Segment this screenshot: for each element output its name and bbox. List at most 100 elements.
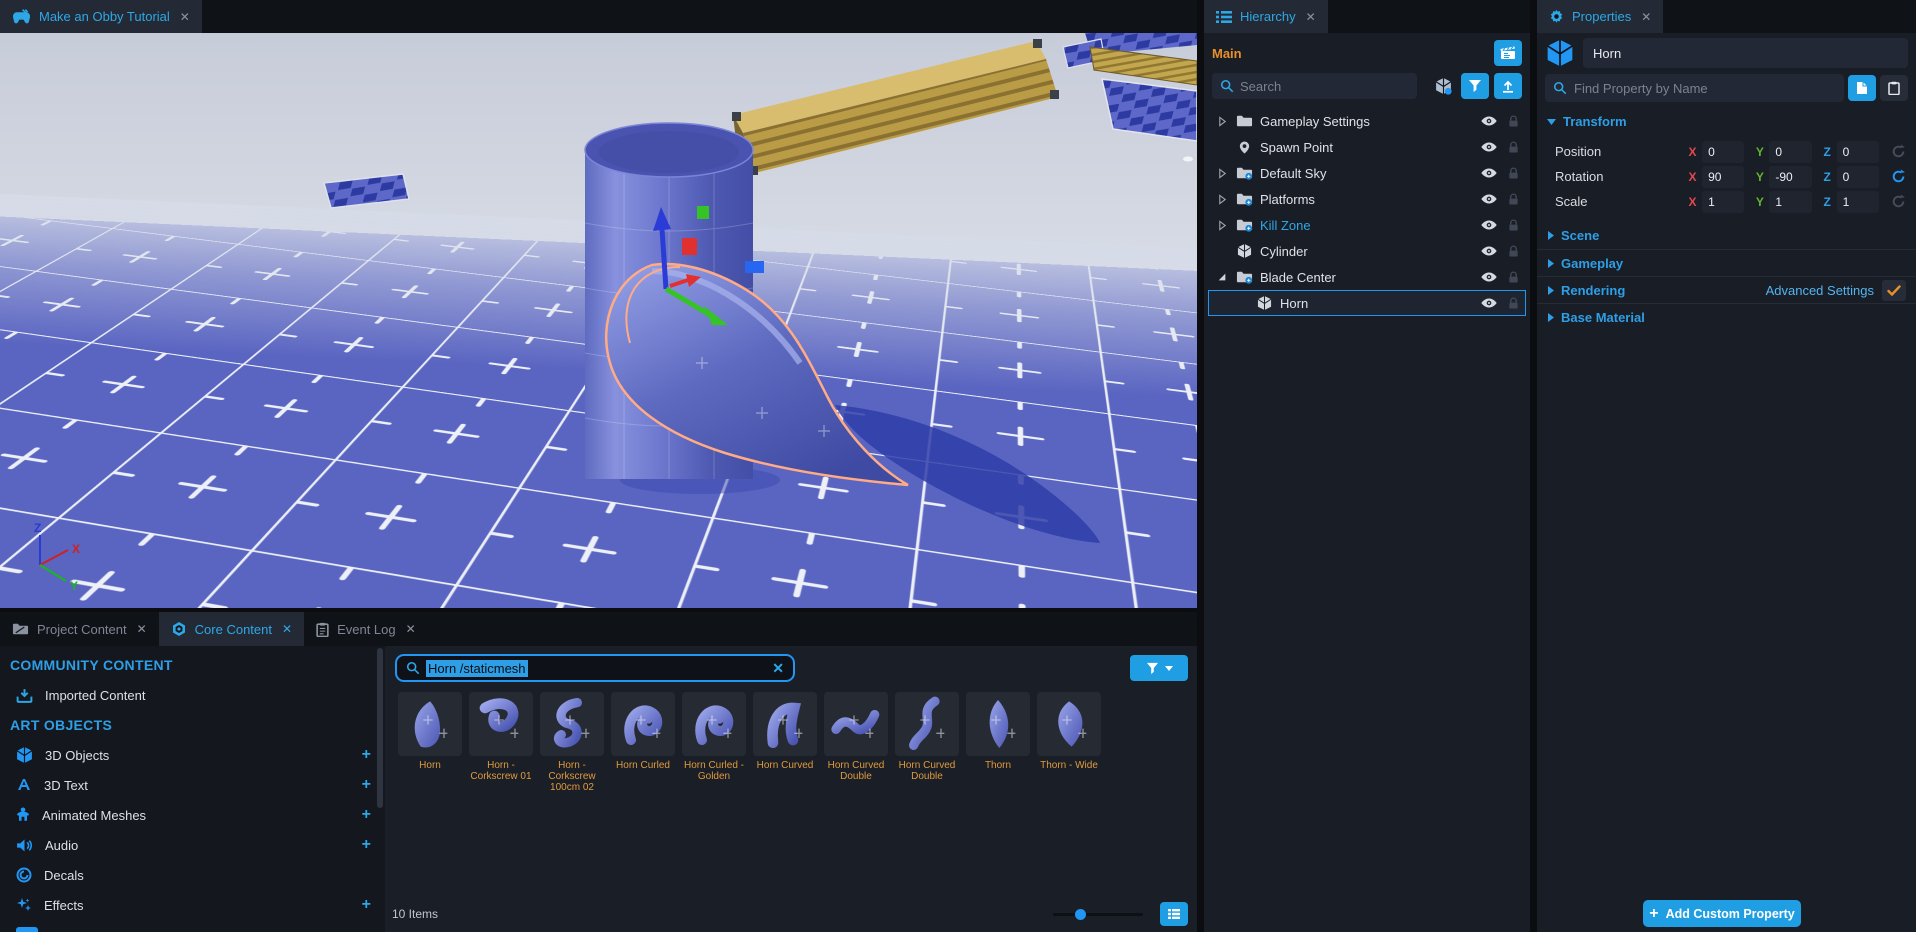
tab-event-log[interactable]: Event Log ✕ [304, 612, 428, 646]
hierarchy-item-horn[interactable]: Horn [1208, 290, 1526, 316]
hierarchy-item-spawn-point[interactable]: Spawn Point [1208, 134, 1526, 160]
close-icon[interactable]: ✕ [1306, 10, 1316, 24]
lock-icon[interactable] [1505, 219, 1521, 232]
section-scene[interactable]: Scene [1537, 222, 1916, 249]
collapse-all-button[interactable] [1494, 73, 1522, 99]
add-custom-property-button[interactable]: + Add Custom Property [1643, 900, 1801, 927]
sidebar-item-effects[interactable]: Effects + [0, 890, 385, 920]
golden-crate[interactable] [732, 39, 1059, 175]
properties-tab[interactable]: Properties ✕ [1537, 0, 1663, 33]
asset-horn-curled-golden[interactable]: Horn Curled - Golden [682, 692, 746, 796]
visibility-eye-icon[interactable] [1479, 167, 1499, 179]
paste-properties-button[interactable] [1880, 75, 1908, 101]
group-mode-icon[interactable] [1430, 77, 1456, 95]
section-transform[interactable]: Transform [1537, 108, 1916, 135]
add-icon[interactable]: + [362, 836, 371, 854]
section-base-material[interactable]: Base Material [1537, 303, 1916, 330]
asset-horn-curled[interactable]: Horn Curled [611, 692, 675, 796]
add-icon[interactable]: + [362, 746, 371, 764]
sidebar-item-3d-text[interactable]: 3D Text + [0, 770, 385, 800]
lock-icon[interactable] [1505, 167, 1521, 180]
hierarchy-search-input[interactable]: Search [1212, 73, 1417, 99]
scale-y-input[interactable]: 1 [1769, 191, 1811, 213]
asset-horn-curved-double[interactable]: Horn Curved Double [895, 692, 959, 796]
close-icon[interactable]: ✕ [180, 10, 190, 24]
add-icon[interactable]: + [362, 806, 371, 824]
asset-horn-curved[interactable]: Horn Curved [753, 692, 817, 796]
visibility-eye-icon[interactable] [1479, 297, 1499, 309]
viewport-3d[interactable]: Z X Y [0, 33, 1197, 608]
tab-core-content[interactable]: Core Content ✕ [159, 612, 304, 646]
lock-icon[interactable] [1505, 193, 1521, 206]
distant-platforms-topright[interactable] [1063, 33, 1197, 141]
reset-icon[interactable] [1890, 194, 1908, 209]
lock-icon[interactable] [1505, 297, 1521, 310]
asset-horn-corkscrew-01[interactable]: Horn - Corkscrew 01 [469, 692, 533, 796]
section-gameplay[interactable]: Gameplay [1537, 249, 1916, 276]
close-icon[interactable]: ✕ [137, 622, 147, 636]
position-y-input[interactable]: 0 [1769, 141, 1811, 163]
lock-icon[interactable] [1505, 271, 1521, 284]
sidebar-item-animated-meshes[interactable]: Animated Meshes + [0, 800, 385, 830]
content-search-input[interactable]: Horn /staticmesh ✕ [395, 654, 795, 682]
close-icon[interactable]: ✕ [282, 622, 292, 636]
rotation-x-input[interactable]: 90 [1702, 166, 1744, 188]
hierarchy-tab[interactable]: Hierarchy ✕ [1204, 0, 1328, 33]
visibility-eye-icon[interactable] [1479, 193, 1499, 205]
section-rendering[interactable]: Rendering Advanced Settings [1537, 276, 1916, 303]
hierarchy-item-platforms[interactable]: Platforms [1208, 186, 1526, 212]
sidebar-item-imported-content[interactable]: Imported Content [0, 680, 385, 710]
copy-properties-button[interactable] [1848, 75, 1876, 101]
hierarchy-item-kill-zone[interactable]: Kill Zone [1208, 212, 1526, 238]
visibility-eye-icon[interactable] [1479, 141, 1499, 153]
sidebar-item-audio[interactable]: Audio + [0, 830, 385, 860]
expand-icon[interactable] [1215, 116, 1229, 127]
position-z-input[interactable]: 0 [1837, 141, 1879, 163]
cinematic-button[interactable] [1494, 40, 1522, 66]
object-name-input[interactable]: Horn [1583, 38, 1908, 68]
tab-project-content[interactable]: Project Content ✕ [0, 612, 159, 646]
hierarchy-item-gameplay-settings[interactable]: Gameplay Settings [1208, 108, 1526, 134]
scale-x-input[interactable]: 1 [1702, 191, 1744, 213]
filter-button[interactable] [1461, 73, 1489, 99]
content-filter-button[interactable] [1130, 655, 1188, 681]
visibility-eye-icon[interactable] [1479, 219, 1499, 231]
list-view-button[interactable] [1160, 902, 1188, 926]
close-icon[interactable]: ✕ [406, 622, 416, 636]
visibility-eye-icon[interactable] [1479, 245, 1499, 257]
visibility-eye-icon[interactable] [1479, 115, 1499, 127]
visibility-eye-icon[interactable] [1479, 271, 1499, 283]
rotation-y-input[interactable]: -90 [1769, 166, 1811, 188]
position-x-input[interactable]: 0 [1702, 141, 1744, 163]
scale-z-input[interactable]: 1 [1837, 191, 1879, 213]
hierarchy-item-default-sky[interactable]: Default Sky [1208, 160, 1526, 186]
asset-thorn[interactable]: Thorn [966, 692, 1030, 796]
expand-icon[interactable] [1215, 194, 1229, 205]
add-icon[interactable]: + [362, 896, 371, 914]
advanced-settings-label[interactable]: Advanced Settings [1766, 283, 1874, 298]
asset-horn-curved-double[interactable]: Horn Curved Double [824, 692, 888, 796]
hierarchy-item-blade-center[interactable]: Blade Center [1208, 264, 1526, 290]
property-search-input[interactable]: Find Property by Name [1545, 74, 1844, 102]
sidebar-item-3d-objects[interactable]: 3D Objects + [0, 740, 385, 770]
scene-tab[interactable]: Make an Obby Tutorial ✕ [0, 0, 202, 33]
expand-icon[interactable] [1215, 220, 1229, 231]
thumbnail-size-slider[interactable] [1053, 913, 1143, 916]
asset-horn-corkscrew-100cm-02[interactable]: Horn - Corkscrew 100cm 02 [540, 692, 604, 796]
expand-icon[interactable] [1215, 168, 1229, 179]
lock-icon[interactable] [1505, 141, 1521, 154]
advanced-settings-checkbox[interactable] [1882, 280, 1906, 301]
reset-icon[interactable] [1890, 144, 1908, 159]
asset-thorn-wide[interactable]: Thorn - Wide [1037, 692, 1101, 796]
asset-horn[interactable]: Horn [398, 692, 462, 796]
add-icon[interactable]: + [362, 776, 371, 794]
hierarchy-item-cylinder[interactable]: Cylinder [1208, 238, 1526, 264]
lock-icon[interactable] [1505, 115, 1521, 128]
reset-icon[interactable] [1890, 169, 1908, 184]
lock-icon[interactable] [1505, 245, 1521, 258]
collapse-icon[interactable] [1215, 272, 1229, 282]
rotation-z-input[interactable]: 0 [1837, 166, 1879, 188]
close-icon[interactable]: ✕ [1641, 10, 1651, 24]
sidebar-item-decals[interactable]: Decals [0, 860, 385, 890]
sidebar-scrollbar[interactable] [377, 648, 383, 808]
